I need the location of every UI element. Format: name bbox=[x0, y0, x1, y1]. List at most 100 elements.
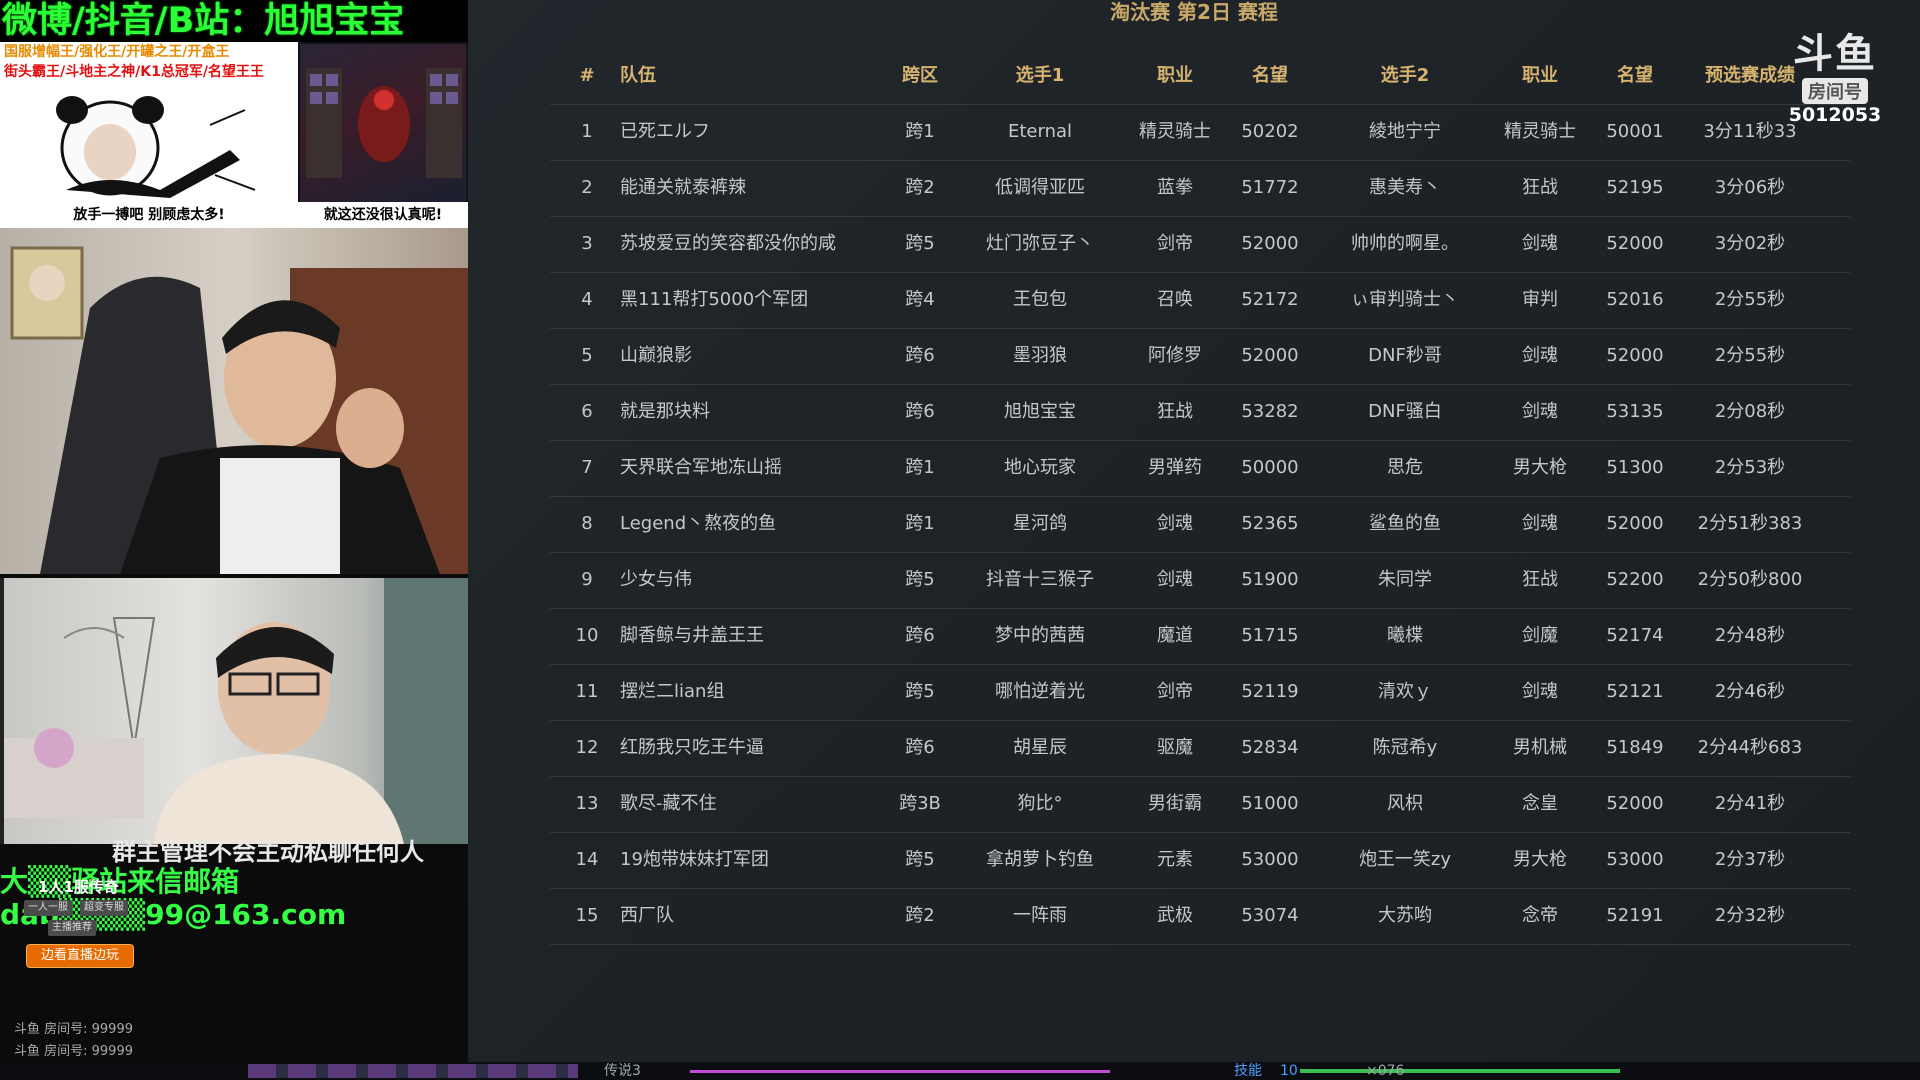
table-row: 10 脚香鲸与井盖王王 跨6 梦中的茜茜 魔道 51715 曦楪 剑魔 52174 2分48秒 bbox=[550, 608, 1850, 665]
cell-job1: 剑帝 bbox=[1157, 233, 1193, 254]
cell-result: 2分37秒 bbox=[1714, 849, 1786, 870]
cell-fame1: 50202 bbox=[1241, 121, 1299, 142]
cell-player2: DNF骚白 bbox=[1368, 401, 1442, 422]
cell-result: 2分08秒 bbox=[1714, 401, 1786, 422]
cell-result: 2分51秒383 bbox=[1697, 513, 1803, 534]
cell-team: 少女与伟 bbox=[620, 569, 692, 590]
cell-player2: 大苏哟 bbox=[1378, 905, 1432, 926]
cell-result: 3分06秒 bbox=[1714, 177, 1786, 198]
cell-rank: 13 bbox=[575, 793, 599, 814]
cell-job1: 魔道 bbox=[1157, 625, 1193, 646]
cell-fame1: 51900 bbox=[1241, 569, 1299, 590]
cell-fame1: 52365 bbox=[1241, 513, 1299, 534]
cell-job1: 剑帝 bbox=[1157, 681, 1193, 702]
cell-team: 山巅狼影 bbox=[620, 345, 692, 366]
cell-job2: 剑魂 bbox=[1522, 233, 1558, 254]
header-zone: 跨区 bbox=[902, 65, 938, 86]
streamer-overlay-column: 微博/抖音/B站：旭旭宝宝 国服增幅王/强化王/开罐之王/开盒王 街头霸王/斗地… bbox=[0, 0, 484, 1062]
cell-player2: 鲨鱼的鱼 bbox=[1369, 513, 1441, 534]
header-job1: 职业 bbox=[1157, 65, 1193, 86]
table-row: 7 天界联合军地冻山摇 跨1 地心玩家 男弹药 50000 思危 男大枪 51300 2分53秒 bbox=[550, 440, 1850, 497]
cell-fame2: 53135 bbox=[1606, 401, 1664, 422]
cell-player1: 旭旭宝宝 bbox=[1004, 401, 1076, 422]
cell-fame2: 52000 bbox=[1606, 793, 1664, 814]
cell-rank: 14 bbox=[575, 849, 599, 870]
cell-fame1: 52834 bbox=[1241, 737, 1299, 758]
cell-job2: 剑魂 bbox=[1522, 513, 1558, 534]
cell-rank: 12 bbox=[575, 737, 599, 758]
cell-fame1: 52000 bbox=[1241, 345, 1299, 366]
cell-job1: 驱魔 bbox=[1157, 737, 1193, 758]
cell-job1: 男弹药 bbox=[1148, 457, 1202, 478]
cell-job1: 男街霸 bbox=[1148, 793, 1202, 814]
cell-job2: 剑魔 bbox=[1522, 625, 1558, 646]
cell-job2: 狂战 bbox=[1522, 177, 1558, 198]
cell-fame2: 51849 bbox=[1606, 737, 1664, 758]
game-ad-widget[interactable]: 1人1服传奇 一人一服 超变专服 主播推荐 边看直播边玩 bbox=[24, 838, 134, 968]
douyu-watermark: 斗鱼 房间号 5012053 bbox=[1780, 30, 1890, 140]
cell-player1: 灶门弥豆子丶 bbox=[986, 233, 1094, 254]
cell-player1: 狗比° bbox=[1017, 793, 1063, 814]
cell-zone: 跨2 bbox=[905, 905, 935, 926]
cell-result: 2分50秒800 bbox=[1697, 569, 1803, 590]
cell-rank: 7 bbox=[581, 457, 593, 478]
table-row: 5 山巅狼影 跨6 墨羽狼 阿修罗 52000 DNF秒哥 剑魂 52000 2分55秒 bbox=[550, 328, 1850, 385]
cell-zone: 跨2 bbox=[905, 177, 935, 198]
game-caption: 就这还没很认真呢! bbox=[298, 202, 468, 228]
cell-rank: 5 bbox=[581, 345, 593, 366]
cell-player1: 墨羽狼 bbox=[1013, 345, 1067, 366]
cell-team: 西厂队 bbox=[620, 905, 674, 926]
cell-result: 2分46秒 bbox=[1714, 681, 1786, 702]
cell-rank: 15 bbox=[575, 905, 599, 926]
cell-team: 天界联合军地冻山摇 bbox=[620, 457, 782, 478]
cell-fame1: 53282 bbox=[1241, 401, 1299, 422]
cell-player1: 哪怕逆着光 bbox=[995, 681, 1085, 702]
table-row: 6 就是那块料 跨6 旭旭宝宝 狂战 53282 DNF骚白 剑魂 53135 2分08秒 bbox=[550, 384, 1850, 441]
table-row: 9 少女与伟 跨5 抖音十三猴子 剑魂 51900 朱同学 狂战 52200 2分50秒800 bbox=[550, 552, 1850, 609]
table-row: 3 苏坡爱豆的笑容都没你的咸 跨5 灶门弥豆子丶 剑帝 52000 帅帅的啊星。 剑魂 5200… bbox=[550, 216, 1850, 273]
hud-skill-value: 10 bbox=[1280, 1063, 1298, 1079]
game-hud-strip: 传说3 技能 10 ×076 bbox=[0, 1062, 1920, 1080]
cell-zone: 跨6 bbox=[905, 625, 935, 646]
cell-job2: 剑魂 bbox=[1522, 401, 1558, 422]
cell-team: 红肠我只吃王牛逼 bbox=[620, 737, 764, 758]
cell-fame1: 53074 bbox=[1241, 905, 1299, 926]
cell-rank: 9 bbox=[581, 569, 593, 590]
hud-label: 传说3 bbox=[604, 1063, 641, 1079]
cell-player2: 清欢ｙ bbox=[1378, 681, 1432, 702]
cell-fame1: 53000 bbox=[1241, 849, 1299, 870]
cell-player2: 风枳 bbox=[1387, 793, 1423, 814]
cell-player2: 惠美寿丶 bbox=[1369, 177, 1441, 198]
cell-job2: 男机械 bbox=[1513, 737, 1567, 758]
cell-job1: 剑魂 bbox=[1157, 569, 1193, 590]
table-row: 13 歌尽-藏不住 跨3B 狗比° 男街霸 51000 风枳 念皇 52000 2分41秒 bbox=[550, 776, 1850, 833]
hud-counter: ×076 bbox=[1366, 1063, 1405, 1079]
cell-zone: 跨1 bbox=[905, 457, 935, 478]
table-row: 12 红肠我只吃王牛逼 跨6 胡星辰 驱魔 52834 陈冠希y 男机械 51849 2分44秒6… bbox=[550, 720, 1850, 777]
cell-player1: 星河鸽 bbox=[1013, 513, 1067, 534]
ad-game-name: 1人1服传奇 bbox=[38, 878, 119, 896]
cell-team: 摆烂二lian组 bbox=[620, 681, 725, 702]
ad-tag: 主播推荐 bbox=[48, 920, 96, 936]
cell-team: 已死エルフ bbox=[620, 121, 710, 142]
room-number: 5012053 bbox=[1788, 104, 1882, 126]
cell-result: 3分02秒 bbox=[1714, 233, 1786, 254]
cell-job2: 男大枪 bbox=[1513, 457, 1567, 478]
cell-fame2: 52174 bbox=[1606, 625, 1664, 646]
douyu-logo-icon: 斗鱼 bbox=[1793, 31, 1877, 77]
cell-result: 2分48秒 bbox=[1714, 625, 1786, 646]
table-header-row: # 队伍 跨区 选手1 职业 名望 选手2 职业 名望 预选赛成绩 bbox=[550, 48, 1850, 105]
cell-rank: 8 bbox=[581, 513, 593, 534]
cell-job1: 元素 bbox=[1157, 849, 1193, 870]
table-row: 15 西厂队 跨2 一阵雨 武极 53074 大苏哟 念帝 52191 2分32秒 bbox=[550, 888, 1850, 945]
room-id-line: 斗鱼 房间号: 99999 bbox=[14, 1044, 133, 1059]
cell-job1: 召唤 bbox=[1157, 289, 1193, 310]
cell-fame2: 52121 bbox=[1606, 681, 1664, 702]
cell-fame2: 52191 bbox=[1606, 905, 1664, 926]
watch-and-play-button[interactable]: 边看直播边玩 bbox=[26, 944, 134, 968]
cell-player1: 地心玩家 bbox=[1004, 457, 1076, 478]
cell-fame1: 52000 bbox=[1241, 233, 1299, 254]
cell-fame2: 52200 bbox=[1606, 569, 1664, 590]
cell-job2: 男大枪 bbox=[1513, 849, 1567, 870]
cell-fame2: 53000 bbox=[1606, 849, 1664, 870]
